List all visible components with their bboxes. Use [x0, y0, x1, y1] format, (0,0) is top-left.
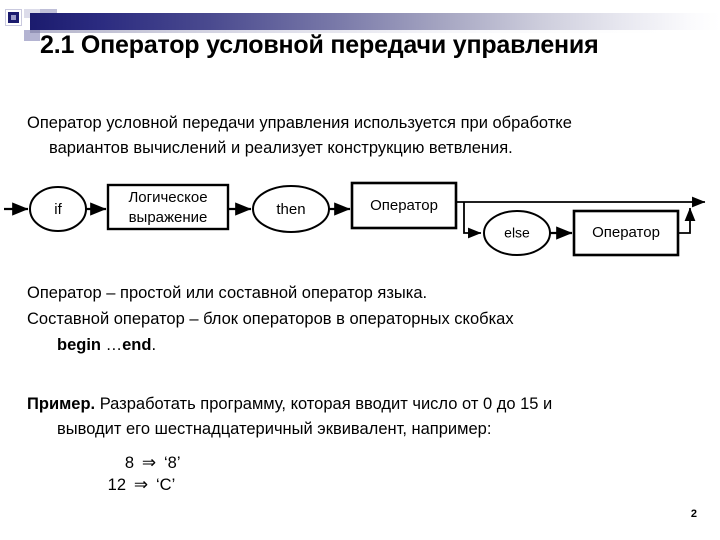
keyword-end: end: [122, 336, 152, 354]
keyword-begin: begin: [57, 336, 101, 354]
example-label: Пример.: [27, 395, 96, 413]
mapping-input: 8: [124, 454, 134, 472]
if-node-label: if: [54, 201, 62, 218]
mapping-output: ‘C’: [156, 476, 176, 494]
page-number: 2: [690, 508, 697, 520]
intro-paragraph: Оператор условной передачи управления ис…: [27, 111, 697, 161]
mapping-row: 12 ⇒ ‘C’: [104, 474, 176, 496]
then-node-label: then: [276, 201, 305, 218]
definition-line-1: Оператор – простой или составной операто…: [27, 284, 428, 302]
else-branch-split: [463, 202, 482, 239]
header-gradient-band: [30, 13, 720, 30]
definition-period: .: [151, 336, 157, 354]
example-line-1: Разработать программу, которая вводит чи…: [95, 395, 553, 413]
else-statement-label: Оператор: [592, 224, 660, 241]
then-statement-label: Оператор: [370, 197, 438, 214]
ellipsis-separator: …: [101, 336, 123, 354]
mapping-input: 12: [107, 476, 126, 494]
else-node-label: else: [504, 225, 530, 241]
slide: 2.1 Оператор условной передачи управлени…: [0, 0, 720, 540]
if-then-else-railroad-diagram: if Логическое выражение then Оператор el…: [0, 175, 720, 275]
intro-line-2: вариантов вычислений и реализует констру…: [49, 139, 513, 157]
page-title: 2.1 Оператор условной передачи управлени…: [40, 31, 599, 59]
example-paragraph: Пример. Разработать программу, которая в…: [27, 392, 697, 442]
condition-label-line-2: выражение: [129, 209, 208, 226]
implies-arrow-icon: ⇒: [141, 453, 157, 472]
condition-label-line-1: Логическое: [128, 189, 207, 206]
definition-line-2: Составной оператор – блок операторов в о…: [27, 310, 514, 328]
mapping-output: ‘8’: [164, 454, 181, 472]
header-decor-core-square: [11, 15, 16, 20]
definition-line-3: begin …end.: [27, 333, 156, 358]
example-line-2: выводит его шестнадцатеричный эквивалент…: [57, 420, 492, 438]
implies-arrow-icon: ⇒: [133, 475, 149, 494]
mapping-row: 8 ⇒ ‘8’: [112, 452, 181, 474]
else-merge-line: [678, 207, 696, 234]
intro-line-1: Оператор условной передачи управления ис…: [27, 114, 572, 132]
